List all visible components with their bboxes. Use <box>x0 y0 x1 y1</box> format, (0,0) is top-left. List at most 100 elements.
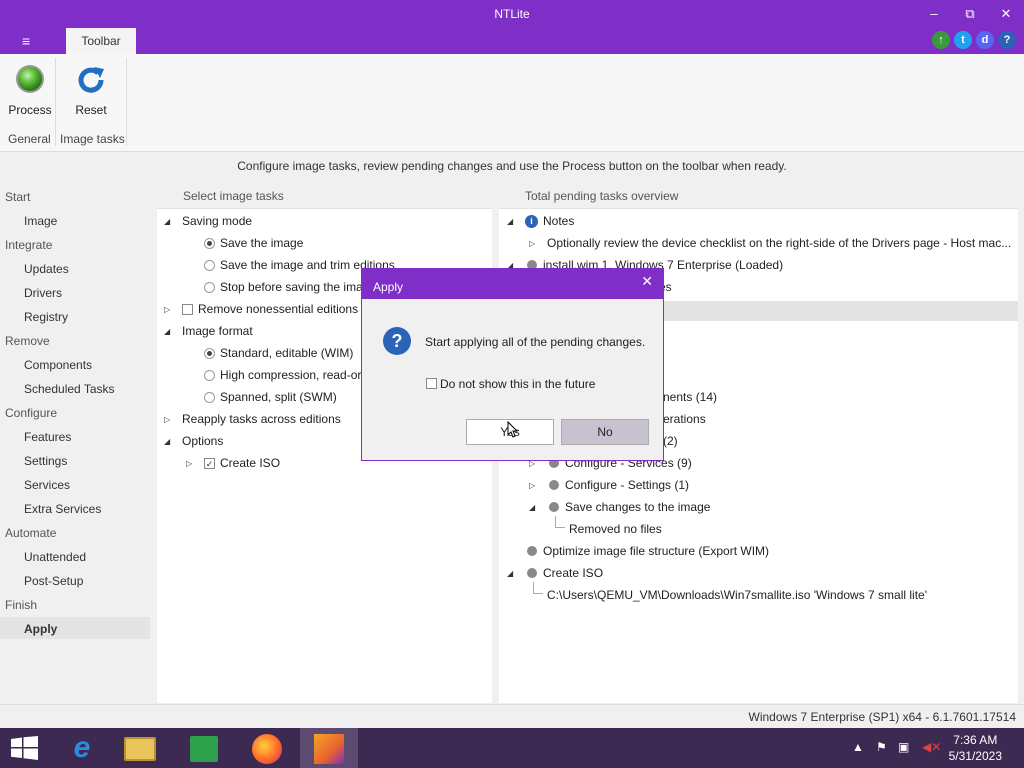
stop-before-radio[interactable] <box>204 282 215 293</box>
remove-nonessential-checkbox[interactable] <box>182 304 193 315</box>
sidebar-item-unattended[interactable]: Unattended <box>24 550 86 564</box>
expand-icon[interactable]: ▷ <box>164 305 170 314</box>
tree-connector <box>555 516 565 528</box>
menu-icon[interactable]: ≡ <box>22 33 30 49</box>
settings-task: Configure - Settings (1) <box>565 478 690 492</box>
partial-count-text: (2) <box>663 434 678 448</box>
volume-muted-icon[interactable]: ◀✕ <box>922 740 941 754</box>
ribbon-divider <box>55 58 56 146</box>
firefox-icon <box>252 734 282 764</box>
collapse-icon[interactable]: ◢ <box>529 503 535 512</box>
reset-label: Reset <box>75 103 107 117</box>
sidebar-section-remove: Remove <box>5 334 50 348</box>
show-hidden-icons[interactable]: ▲ <box>852 740 864 754</box>
expand-icon[interactable]: ▷ <box>529 239 535 248</box>
create-iso-label: Create ISO <box>220 456 281 470</box>
save-trim-radio[interactable] <box>204 260 215 271</box>
sidebar-item-registry[interactable]: Registry <box>24 310 68 324</box>
dialog-title: Apply <box>362 269 663 299</box>
reapply-label[interactable]: Reapply tasks across editions <box>182 412 341 426</box>
save-image-label: Save the image <box>220 236 304 250</box>
ribbon-tab-bar: ≡ Toolbar ↑ t d ? <box>0 28 1024 54</box>
sidebar-section-integrate: Integrate <box>5 238 53 252</box>
process-orb-icon <box>16 65 44 93</box>
collapse-icon[interactable]: ◢ <box>507 217 513 226</box>
format-high-radio[interactable] <box>204 370 215 381</box>
expand-icon[interactable]: ▷ <box>164 415 170 424</box>
sidebar-section-configure: Configure <box>5 406 58 420</box>
taskbar-firefox[interactable] <box>238 728 296 768</box>
sidebar-item-services[interactable]: Services <box>24 478 70 492</box>
saving-mode-label: Saving mode <box>182 214 253 228</box>
minimize-button[interactable]: – <box>922 5 946 23</box>
tab-toolbar[interactable]: Toolbar <box>66 28 136 54</box>
removed-no-files-text: Removed no files <box>569 522 662 536</box>
clock-date: 5/31/2023 <box>948 749 1002 763</box>
taskbar-explorer[interactable] <box>110 728 168 768</box>
sidebar-item-post-setup[interactable]: Post-Setup <box>24 574 83 588</box>
reset-button[interactable]: Reset <box>63 60 119 122</box>
refresh-icon <box>78 67 104 93</box>
sidebar-section-start: Start <box>5 190 31 204</box>
taskbar-store[interactable] <box>176 728 234 768</box>
collapse-icon[interactable]: ◢ <box>164 217 170 226</box>
pending-tasks-header: Total pending tasks overview <box>499 183 1018 209</box>
sidebar-item-components[interactable]: Components <box>24 358 92 372</box>
network-icon[interactable]: ▣ <box>898 740 909 754</box>
collapse-icon[interactable]: ◢ <box>164 437 170 446</box>
sidebar-item-features[interactable]: Features <box>24 430 71 444</box>
maximize-button[interactable]: ⧉ <box>958 5 982 23</box>
sidebar-item-drivers[interactable]: Drivers <box>24 286 62 300</box>
sidebar-item-updates[interactable]: Updates <box>24 262 69 276</box>
clock-time: 7:36 AM <box>953 733 998 747</box>
info-bar: Configure image tasks, review pending ch… <box>0 153 1024 181</box>
process-label: Process <box>8 103 52 117</box>
flag-icon[interactable]: ⚑ <box>876 740 887 754</box>
update-arrow-icon[interactable]: ↑ <box>932 31 950 49</box>
discord-icon[interactable]: d <box>976 31 994 49</box>
expand-icon[interactable]: ▷ <box>186 459 192 468</box>
do-not-show-checkbox[interactable] <box>426 378 437 389</box>
note-text: Optionally review the device checklist o… <box>547 236 1012 250</box>
status-bar: Windows 7 Enterprise (SP1) x64 - 6.1.760… <box>0 704 1024 728</box>
format-spanned-radio[interactable] <box>204 392 215 403</box>
sidebar-item-extra-services[interactable]: Extra Services <box>24 502 101 516</box>
sidebar-item-image[interactable]: Image <box>24 214 57 228</box>
clock[interactable]: 7:36 AM 5/31/2023 <box>949 732 1002 764</box>
create-iso-checkbox[interactable]: ✓ <box>204 458 215 469</box>
options-label: Options <box>182 434 224 448</box>
save-changes-task: Save changes to the image <box>565 500 711 514</box>
process-button[interactable]: Process <box>2 60 58 122</box>
help-icon[interactable]: ? <box>998 31 1016 49</box>
format-standard-label: Standard, editable (WIM) <box>220 346 354 360</box>
notes-label: Notes <box>543 214 575 228</box>
do-not-show-label: Do not show this in the future <box>440 377 596 391</box>
taskbar: e ▲ ⚑ ▣ ◀✕ 7:36 AM 5/31/2023 <box>0 728 1024 768</box>
no-button[interactable]: No <box>561 419 649 445</box>
dialog-close-icon[interactable]: ✕ <box>641 273 653 290</box>
sidebar-item-scheduled-tasks[interactable]: Scheduled Tasks <box>24 382 115 396</box>
partial-components-text: nents (14) <box>663 390 718 404</box>
windows-logo-icon <box>11 736 38 760</box>
status-dot-icon <box>549 502 559 512</box>
collapse-icon[interactable]: ◢ <box>507 569 513 578</box>
sidebar-item-settings[interactable]: Settings <box>24 454 67 468</box>
start-button[interactable] <box>0 728 58 768</box>
format-spanned-label: Spanned, split (SWM) <box>220 390 337 404</box>
sidebar-section-automate: Automate <box>5 526 57 540</box>
collapse-icon[interactable]: ◢ <box>164 327 170 336</box>
internet-explorer-icon: e <box>73 731 91 764</box>
store-icon <box>190 736 218 762</box>
image-tasks-header: Select image tasks <box>157 183 492 209</box>
taskbar-ie[interactable]: e <box>52 728 110 768</box>
folder-icon <box>124 737 156 761</box>
format-standard-radio[interactable] <box>204 348 215 359</box>
expand-icon[interactable]: ▷ <box>529 481 535 490</box>
sidebar-item-apply[interactable]: Apply <box>24 622 57 636</box>
save-image-radio[interactable] <box>204 238 215 249</box>
window-title: NTLite <box>494 7 530 21</box>
close-button[interactable]: ✕ <box>994 5 1018 23</box>
taskbar-ntlite[interactable] <box>300 728 358 768</box>
twitter-icon[interactable]: t <box>954 31 972 49</box>
iso-path-text: C:\Users\QEMU_VM\Downloads\Win7smallite.… <box>547 588 928 602</box>
